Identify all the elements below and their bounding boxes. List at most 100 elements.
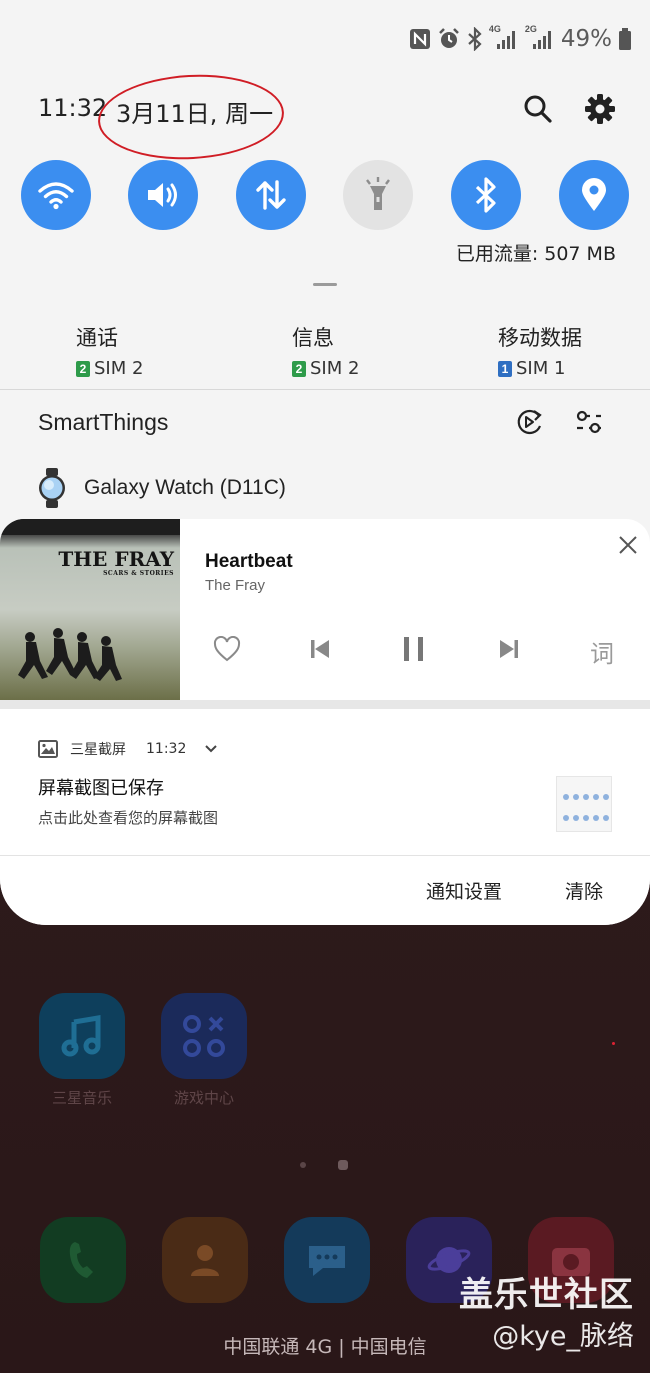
pause-icon	[404, 637, 423, 661]
screenshot-thumbnail[interactable]	[556, 776, 612, 832]
sim-label: SIM 1	[516, 358, 566, 379]
settings-button[interactable]	[583, 92, 617, 126]
sim-badge: 2	[76, 360, 90, 377]
page-dot-current	[338, 1160, 348, 1170]
skip-next-icon	[500, 640, 518, 658]
notification-footer	[0, 856, 650, 925]
smartthings-title[interactable]: SmartThings	[38, 409, 168, 436]
watermark-title: 盖乐世社区	[459, 1275, 634, 1315]
dock-contacts[interactable]	[162, 1217, 248, 1303]
album-title-text: THE FRAY	[58, 547, 174, 571]
messages-icon	[309, 1246, 345, 1276]
notification-settings-button[interactable]: 通知设置	[426, 877, 502, 904]
home-app-music[interactable]: 三星音乐	[39, 993, 125, 1108]
expand-notification-button[interactable]	[204, 744, 218, 754]
decorative-dot	[612, 1042, 615, 1045]
notification-panel: 4G 2G 49% 11:32 3月11日, 周一 已用流量: 507 MB 通…	[0, 0, 650, 925]
qs-flashlight-toggle[interactable]	[343, 160, 413, 230]
qs-bluetooth-toggle[interactable]	[451, 160, 521, 230]
smartthings-device[interactable]: Galaxy Watch (D11C)	[38, 468, 286, 508]
album-figures	[18, 628, 122, 681]
qs-mobile-data-toggle[interactable]	[236, 160, 306, 230]
notification-text: 点击此处查看您的屏幕截图	[38, 809, 219, 827]
drag-handle[interactable]	[313, 283, 337, 286]
album-title: THE FRAY SCARS & STORIES	[58, 549, 174, 578]
home-app-label: 三星音乐	[51, 1089, 112, 1107]
sim-label: SIM 2	[310, 358, 360, 379]
sliders-icon	[576, 410, 601, 434]
sim-setting-value: 2 SIM 2	[292, 358, 359, 379]
2g-signal-icon: 2G	[525, 24, 555, 50]
album-subtitle: SCARS & STORIES	[103, 570, 174, 577]
sim-mobile-data-setting[interactable]: 移动数据 1 SIM 1	[498, 322, 582, 379]
media-player-card[interactable]: THE FRAY SCARS & STORIES Heartbeat The F…	[0, 519, 650, 700]
card-separator	[0, 700, 650, 709]
page-indicator[interactable]	[300, 1160, 348, 1170]
nfc-icon	[409, 28, 431, 50]
smartthings-settings-button[interactable]	[572, 405, 606, 439]
bluetooth-icon	[467, 27, 483, 51]
qs-wifi-toggle[interactable]	[21, 160, 91, 230]
phone-icon	[69, 1242, 93, 1278]
battery-percentage: 49%	[560, 26, 612, 52]
sim-label: SIM 2	[94, 358, 144, 379]
alarm-icon	[437, 27, 461, 51]
watermark-user: @kye_脉络	[492, 1321, 634, 1352]
home-app-game-center[interactable]: 游戏中心	[161, 993, 247, 1108]
song-artist: The Fray	[205, 577, 266, 594]
battery-icon	[618, 27, 632, 51]
location-pin-icon	[582, 178, 606, 211]
sim-call-setting[interactable]: 通话 2 SIM 2	[76, 322, 143, 379]
like-button[interactable]	[207, 629, 247, 669]
status-bar: 4G 2G 49%	[409, 24, 632, 52]
close-icon	[619, 536, 637, 554]
sim-setting-title: 通话	[76, 326, 118, 350]
album-cover[interactable]: THE FRAY SCARS & STORIES	[0, 519, 180, 700]
search-button[interactable]	[521, 92, 555, 126]
divider	[0, 389, 650, 390]
heart-icon	[213, 636, 241, 662]
clear-notifications-button[interactable]: 清除	[565, 877, 603, 904]
device-name: Galaxy Watch (D11C)	[84, 476, 286, 499]
smartthings-scenes-button[interactable]	[512, 405, 546, 439]
sim-setting-title: 移动数据	[498, 326, 582, 350]
song-title: Heartbeat	[205, 551, 293, 572]
notification-header: 三星截屏 11:32	[38, 739, 218, 759]
sim-badge: 2	[292, 360, 306, 377]
lte-label: 4G	[488, 24, 501, 34]
gear-icon	[585, 94, 615, 124]
home-app-label: 游戏中心	[173, 1089, 234, 1107]
4g-signal-icon: 4G	[489, 24, 519, 50]
bluetooth-icon	[475, 177, 496, 213]
dock-messages[interactable]	[284, 1217, 370, 1303]
image-icon	[38, 740, 58, 758]
chevron-down-icon	[205, 745, 218, 753]
qs-sound-toggle[interactable]	[128, 160, 198, 230]
dock-phone[interactable]	[40, 1217, 126, 1303]
flashlight-icon	[366, 177, 390, 210]
data-arrows-icon	[256, 180, 286, 210]
sim-message-setting[interactable]: 信息 2 SIM 2	[292, 322, 359, 379]
clock[interactable]: 11:32	[38, 94, 107, 122]
qs-location-toggle[interactable]	[559, 160, 629, 230]
notification-app-name: 三星截屏	[70, 742, 126, 758]
skip-previous-icon	[311, 640, 329, 658]
data-usage-label[interactable]: 已用流量: 507 MB	[456, 239, 616, 266]
sim-setting-value: 2 SIM 2	[76, 358, 143, 379]
wifi-icon	[38, 182, 74, 210]
contacts-icon	[191, 1245, 219, 1276]
search-icon	[524, 95, 552, 123]
game-center-icon	[161, 993, 247, 1079]
media-close-button[interactable]	[612, 529, 644, 561]
refresh-scene-icon	[517, 409, 542, 435]
next-track-button[interactable]	[489, 629, 529, 669]
2g-label: 2G	[524, 24, 537, 34]
sim-setting-value: 1 SIM 1	[498, 358, 582, 379]
watch-icon	[39, 468, 65, 508]
previous-track-button[interactable]	[300, 629, 340, 669]
pause-button[interactable]	[394, 629, 434, 669]
red-circle-annotation	[95, 70, 287, 164]
lyrics-button[interactable]: 词	[590, 634, 614, 669]
screenshot-notification[interactable]: 三星截屏 11:32 屏幕截图已保存 点击此处查看您的屏幕截图	[0, 709, 650, 855]
notification-title: 屏幕截图已保存	[38, 778, 164, 799]
